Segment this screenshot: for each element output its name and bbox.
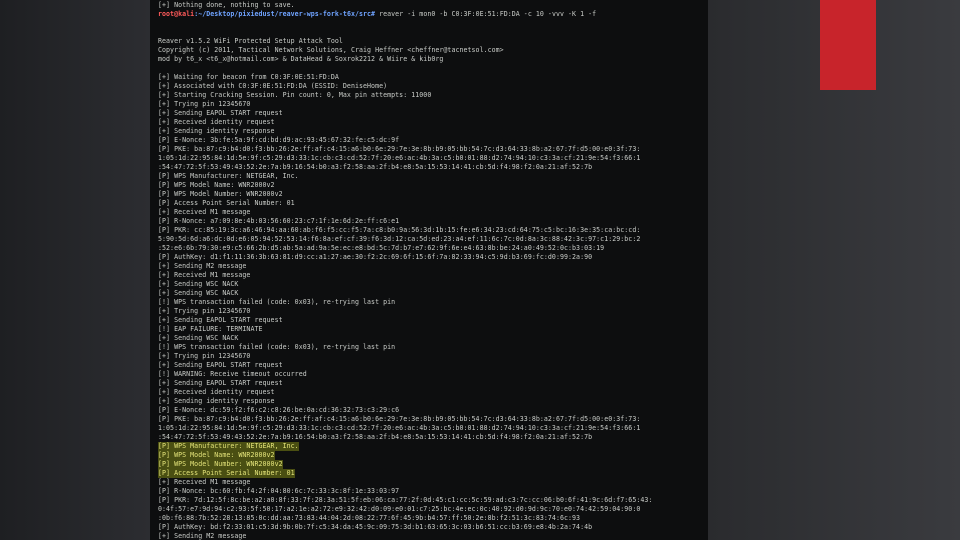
terminal-line: [P] R-Nonce: bc:60:fb:f4:2f:04:80:6c:7c:… — [158, 487, 400, 495]
terminal-line: [+] Trying pin 12345670 — [158, 352, 251, 360]
terminal-line: [P] PKR: cc:85:19:3c:a6:46:94:aa:60:ab:f… — [158, 226, 641, 234]
terminal-line: [P] WPS Model Number: WNR2000v2 — [158, 190, 283, 198]
prompt-command: reaver -i mon0 -b C0:3F:0E:51:FD:DA -c 1… — [375, 10, 597, 18]
terminal-line: [P] AuthKey: d1:f1:11:36:3b:63:81:d9:cc:… — [158, 253, 593, 261]
terminal-line: [P] E-Nonce: 3b:fe:5a:9f:cd:bd:d9:ac:93:… — [158, 136, 400, 144]
terminal-line: 5:90:5d:6d:a6:dc:0d:e6:05:94:52:53:14:f6… — [158, 235, 641, 243]
terminal-line: 0:4f:57:e7:9d:94:c2:93:5f:50:17:a2:1e:a2… — [158, 505, 641, 513]
terminal-line: 1:05:1d:22:95:84:1d:5e:9f:c5:29:d3:33:1c… — [158, 424, 641, 432]
terminal-line: [P] Access Point Serial Number: 01 — [158, 199, 295, 207]
terminal-line: [+] Sending EAPOL START request — [158, 361, 283, 369]
terminal-line: [+] Received M1 message — [158, 208, 251, 216]
terminal-line: [P] WPS Model Number: WNR2000v2 — [158, 460, 283, 469]
terminal-line: [+] Starting Cracking Session. Pin count… — [158, 91, 432, 99]
terminal-line: [P] R-Nonce: a7:09:8e:4b:03:56:60:23:c7:… — [158, 217, 400, 225]
terminal-line: [P] PKE: ba:87:c9:b4:d0:f3:bb:26:2e:ff:a… — [158, 415, 641, 423]
prompt-path: :~/Desktop/pixiedust/reaver-wps-fork-t6x… — [194, 10, 376, 18]
terminal-line: mod by t6_x <t6_x@hotmail.com> & DataHea… — [158, 55, 444, 63]
terminal-line: [+] Trying pin 12345670 — [158, 307, 251, 315]
terminal-line: [+] Sending EAPOL START request — [158, 316, 283, 324]
terminal-line: [+] Received identity request — [158, 118, 275, 126]
terminal-line: [!] WPS transaction failed (code: 0x03),… — [158, 298, 396, 306]
terminal-line: :52:e6:6b:79:30:e9:c5:66:2b:d5:ab:5a:ad:… — [158, 244, 605, 252]
terminal-line: [P] WPS Model Name: WNR2000v2 — [158, 451, 275, 460]
terminal-line: 1:05:1d:22:95:84:1d:5e:9f:c5:29:d3:33:1c… — [158, 154, 641, 162]
terminal-line: [+] Sending WSC NACK — [158, 334, 239, 342]
terminal-line: [P] AuthKey: bd:f2:33:01:c5:3d:9b:0b:7f:… — [158, 523, 593, 531]
terminal-line: [P] Access Point Serial Number: 01 — [158, 469, 295, 478]
terminal-line: [+] Sending M2 message — [158, 532, 247, 540]
terminal-line: [+] Sending M2 message — [158, 262, 247, 270]
terminal-line: [+] Trying pin 12345670 — [158, 100, 251, 108]
terminal-line: [P] E-Nonce: dc:59:f2:f6:c2:c8:26:be:0a:… — [158, 406, 400, 414]
terminal-line: [+] Sending WSC NACK — [158, 289, 239, 297]
terminal-window[interactable]: [+] Nothing done, nothing to save. root@k… — [150, 0, 708, 540]
left-backdrop — [0, 0, 150, 540]
terminal-line: Reaver v1.5.2 WiFi Protected Setup Attac… — [158, 37, 343, 45]
terminal-line: [P] PKE: ba:87:c9:b4:d0:f3:bb:26:2e:ff:a… — [158, 145, 641, 153]
prompt-user: root@kali — [158, 10, 195, 18]
terminal-line: :54:47:72:5f:53:49:43:52:2e:7a:b9:16:54:… — [158, 433, 593, 441]
terminal-line: [+] Sending EAPOL START request — [158, 109, 283, 117]
terminal-line: [+] Sending EAPOL START request — [158, 379, 283, 387]
terminal-line: [+] Waiting for beacon from C0:3F:0E:51:… — [158, 73, 339, 81]
terminal-line: [+] Nothing done, nothing to save. — [158, 1, 295, 9]
terminal-line: [+] Sending identity response — [158, 127, 275, 135]
terminal-line: [+] Associated with C0:3F:0E:51:FD:DA (E… — [158, 82, 388, 90]
terminal-line: [P] PKR: 7d:12:5f:8c:be:a2:a0:8f:33:7f:2… — [158, 496, 653, 504]
terminal-line: [P] WPS Model Name: WNR2000v2 — [158, 181, 275, 189]
terminal-line: [+] Received M1 message — [158, 478, 251, 486]
red-accent-block — [820, 0, 876, 90]
terminal-line: [+] Received identity request — [158, 388, 275, 396]
terminal-line: [!] EAP FAILURE: TERMINATE — [158, 325, 263, 333]
terminal-line: Copyright (c) 2011, Tactical Network Sol… — [158, 46, 504, 54]
terminal-line: [+] Sending WSC NACK — [158, 280, 239, 288]
terminal-line: :54:47:72:5f:53:49:43:52:2e:7a:b9:16:54:… — [158, 163, 593, 171]
terminal-line: [!] WPS transaction failed (code: 0x03),… — [158, 343, 396, 351]
terminal-line: [P] WPS Manufacturer: NETGEAR, Inc. — [158, 172, 299, 180]
prompt-line: root@kali:~/Desktop/pixiedust/reaver-wps… — [158, 10, 596, 19]
terminal-line: :0b:f6:88:7b:52:28:13:85:0c:dd:aa:73:83:… — [158, 514, 581, 522]
terminal-line: [!] WARNING: Receive timeout occurred — [158, 370, 307, 378]
terminal-line: [+] Received M1 message — [158, 271, 251, 279]
terminal-line: [+] Sending identity response — [158, 397, 275, 405]
terminal-line: [P] WPS Manufacturer: NETGEAR, Inc. — [158, 442, 299, 451]
